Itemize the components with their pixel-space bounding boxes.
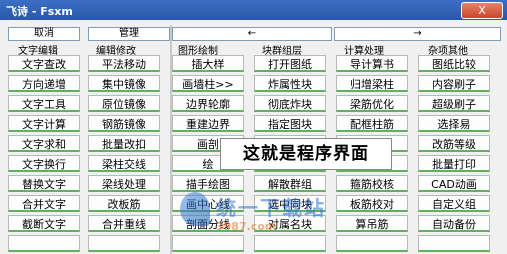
command-button[interactable] (88, 235, 160, 252)
command-button[interactable]: 炸属性块 (254, 75, 326, 92)
prev-page-button[interactable]: ← (172, 27, 332, 41)
top-tab-row: 取消 管理 ← → (0, 27, 507, 41)
command-button[interactable] (336, 235, 408, 252)
command-button[interactable]: 原位镜像 (88, 95, 160, 112)
command-button[interactable]: 文字换行 (8, 155, 80, 172)
watermark-sub: 3987.com (216, 220, 277, 233)
command-button[interactable]: 合并文字 (8, 195, 80, 212)
command-button[interactable]: 边界轮廓 (172, 95, 244, 112)
command-button[interactable]: 批量打印 (418, 155, 490, 172)
command-button[interactable]: 梁柱交线 (88, 155, 160, 172)
command-button[interactable]: 改筋等级 (418, 135, 490, 152)
watermark-text: 统一下载站 (216, 196, 326, 220)
command-button[interactable]: 集中镜像 (88, 75, 160, 92)
cancel-button[interactable]: 取消 (8, 27, 80, 41)
command-button[interactable]: 插大样 (172, 55, 244, 72)
window-title: 飞诗 - Fsxm (6, 5, 73, 18)
command-button[interactable]: CAD动画 (418, 175, 490, 192)
command-button[interactable] (418, 235, 490, 252)
title-bar: 飞诗 - Fsxm X (0, 0, 507, 20)
watermark-logo-icon (180, 192, 210, 226)
command-button[interactable]: 归增梁柱 (336, 75, 408, 92)
command-button[interactable]: 图纸比较 (418, 55, 490, 72)
command-button[interactable]: 打开图纸 (254, 55, 326, 72)
close-button[interactable]: X (461, 2, 503, 19)
command-button[interactable]: 钢筋镜像 (88, 115, 160, 132)
column-headers: 文字编辑 编辑修改 图形绘制 块群组层 计算处理 杂项其他 (0, 42, 507, 57)
command-button[interactable]: 选择易 (418, 115, 490, 132)
command-button[interactable]: 算吊筋 (336, 215, 408, 232)
command-button[interactable]: 文字计算 (8, 115, 80, 132)
command-button[interactable]: 批量改扣 (88, 135, 160, 152)
command-button[interactable]: 文字工具 (8, 95, 80, 112)
command-button[interactable]: 彻底炸块 (254, 95, 326, 112)
command-button[interactable]: 导计算书 (336, 55, 408, 72)
command-button[interactable]: 文字查改 (8, 55, 80, 72)
command-button[interactable]: 箍筋校核 (336, 175, 408, 192)
caption-overlay: 这就是程序界面 (220, 138, 392, 170)
command-button[interactable] (8, 235, 80, 252)
command-button[interactable]: 内容刷子 (418, 75, 490, 92)
next-page-button[interactable]: → (334, 27, 501, 41)
command-button[interactable]: 方向递增 (8, 75, 80, 92)
command-button[interactable]: 自定义组 (418, 195, 490, 212)
command-button[interactable]: 重建边界 (172, 115, 244, 132)
command-button[interactable]: 改板筋 (88, 195, 160, 212)
command-button[interactable]: 梁筋优化 (336, 95, 408, 112)
command-button[interactable]: 文字求和 (8, 135, 80, 152)
command-button[interactable]: 配框柱筋 (336, 115, 408, 132)
command-button[interactable]: 画墙柱>> (172, 75, 244, 92)
command-button[interactable]: 超级刷子 (418, 95, 490, 112)
watermark: 统一下载站 3987.com (180, 188, 340, 238)
command-button[interactable]: 梁线处理 (88, 175, 160, 192)
command-button[interactable]: 截断文字 (8, 215, 80, 232)
manage-button[interactable]: 管理 (88, 27, 170, 41)
command-button[interactable]: 替换文字 (8, 175, 80, 192)
command-button[interactable]: 指定图块 (254, 115, 326, 132)
command-button[interactable]: 平法移动 (88, 55, 160, 72)
command-button[interactable]: 合并重线 (88, 215, 160, 232)
command-button[interactable]: 自动备份 (418, 215, 490, 232)
command-button[interactable]: 板筋校对 (336, 195, 408, 212)
